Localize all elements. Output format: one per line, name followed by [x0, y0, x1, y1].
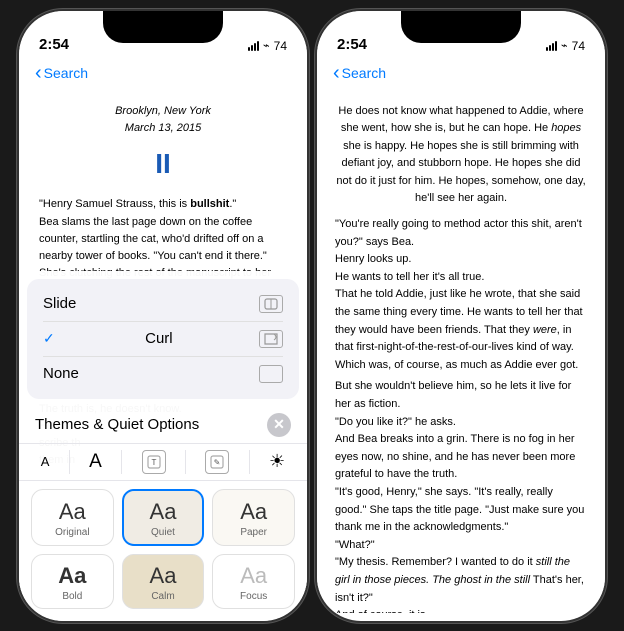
- divider-1: [69, 450, 70, 474]
- battery-left: 74: [274, 39, 287, 53]
- book-header: Brooklyn, New York March 13, 2015 II: [39, 103, 287, 187]
- svg-text:T: T: [151, 458, 156, 467]
- none-icon: [259, 365, 283, 383]
- small-font-button[interactable]: A: [41, 454, 50, 469]
- status-icons-left: ⌁ 74: [248, 39, 287, 53]
- theme-calm-aa: Aa: [150, 565, 177, 587]
- slide-option[interactable]: Slide: [43, 287, 283, 322]
- back-button-right[interactable]: Search: [333, 63, 386, 83]
- curl-icon: [259, 330, 283, 348]
- chapter-number: II: [39, 142, 287, 187]
- theme-quiet-label: Quiet: [151, 527, 175, 538]
- close-button[interactable]: ✕: [267, 413, 291, 437]
- book-content-right: He does not know what happened to Addie,…: [317, 91, 605, 613]
- left-phone: 2:54 ⌁ 74 Search Brooklyn, N: [19, 11, 307, 621]
- theme-focus-aa: Aa: [240, 565, 267, 587]
- signal-icon-right: [546, 41, 557, 51]
- theme-bold-aa: Aa: [58, 565, 86, 587]
- none-option[interactable]: None: [43, 357, 283, 391]
- theme-quiet-aa: Aa: [150, 501, 177, 523]
- divider-3: [185, 450, 186, 474]
- back-label-left: Search: [44, 65, 88, 81]
- theme-focus[interactable]: Aa Focus: [212, 554, 295, 609]
- book-location: Brooklyn, New York March 13, 2015: [39, 103, 287, 138]
- theme-bold-label: Bold: [62, 591, 82, 602]
- nav-bar-right: Search: [317, 59, 605, 91]
- font-controls-row: A A T ✎ ☀: [19, 443, 307, 481]
- theme-quiet[interactable]: Aa Quiet: [122, 489, 205, 546]
- overlay-panel: Slide ✓ Curl None: [19, 271, 307, 621]
- theme-grid: Aa Original Aa Quiet Aa Paper Aa Bold Aa: [19, 481, 307, 621]
- back-button-left[interactable]: Search: [35, 63, 88, 83]
- wifi-icon: ⌁: [263, 39, 270, 52]
- back-label-right: Search: [342, 65, 386, 81]
- time-right: 2:54: [337, 36, 367, 53]
- theme-original-aa: Aa: [59, 501, 86, 523]
- battery-right: 74: [572, 39, 585, 53]
- divider-4: [249, 450, 250, 474]
- right-phone: 2:54 ⌁ 74 Search He does not know what: [317, 11, 605, 621]
- transition-options: Slide ✓ Curl None: [27, 279, 299, 399]
- slide-icon: [259, 295, 283, 313]
- status-icons-right: ⌁ 74: [546, 39, 585, 53]
- theme-focus-label: Focus: [240, 591, 267, 602]
- signal-icon: [248, 41, 259, 51]
- theme-paper[interactable]: Aa Paper: [212, 489, 295, 546]
- svg-text:✎: ✎: [214, 458, 221, 467]
- font-style-icon[interactable]: T: [142, 450, 166, 474]
- divider-2: [121, 450, 122, 474]
- theme-bold[interactable]: Aa Bold: [31, 554, 114, 609]
- note-icon[interactable]: ✎: [205, 450, 229, 474]
- phones-container: 2:54 ⌁ 74 Search Brooklyn, N: [19, 11, 605, 621]
- nav-bar-left: Search: [19, 59, 307, 91]
- theme-calm[interactable]: Aa Calm: [122, 554, 205, 609]
- time-left: 2:54: [39, 36, 69, 53]
- brightness-icon[interactable]: ☀: [269, 451, 285, 472]
- slide-label: Slide: [43, 295, 76, 312]
- curl-label: Curl: [145, 330, 173, 347]
- wifi-icon-right: ⌁: [561, 39, 568, 52]
- themes-label: Themes & Quiet Options: [35, 416, 199, 433]
- none-label: None: [43, 365, 79, 382]
- theme-paper-aa: Aa: [240, 501, 267, 523]
- notch: [103, 11, 223, 43]
- theme-calm-label: Calm: [151, 591, 174, 602]
- theme-original[interactable]: Aa Original: [31, 489, 114, 546]
- theme-paper-label: Paper: [240, 527, 267, 538]
- themes-row: Themes & Quiet Options ✕: [19, 407, 307, 443]
- curl-option[interactable]: ✓ Curl: [43, 322, 283, 357]
- notch-right: [401, 11, 521, 43]
- large-font-button[interactable]: A: [89, 451, 102, 473]
- theme-original-label: Original: [55, 527, 89, 538]
